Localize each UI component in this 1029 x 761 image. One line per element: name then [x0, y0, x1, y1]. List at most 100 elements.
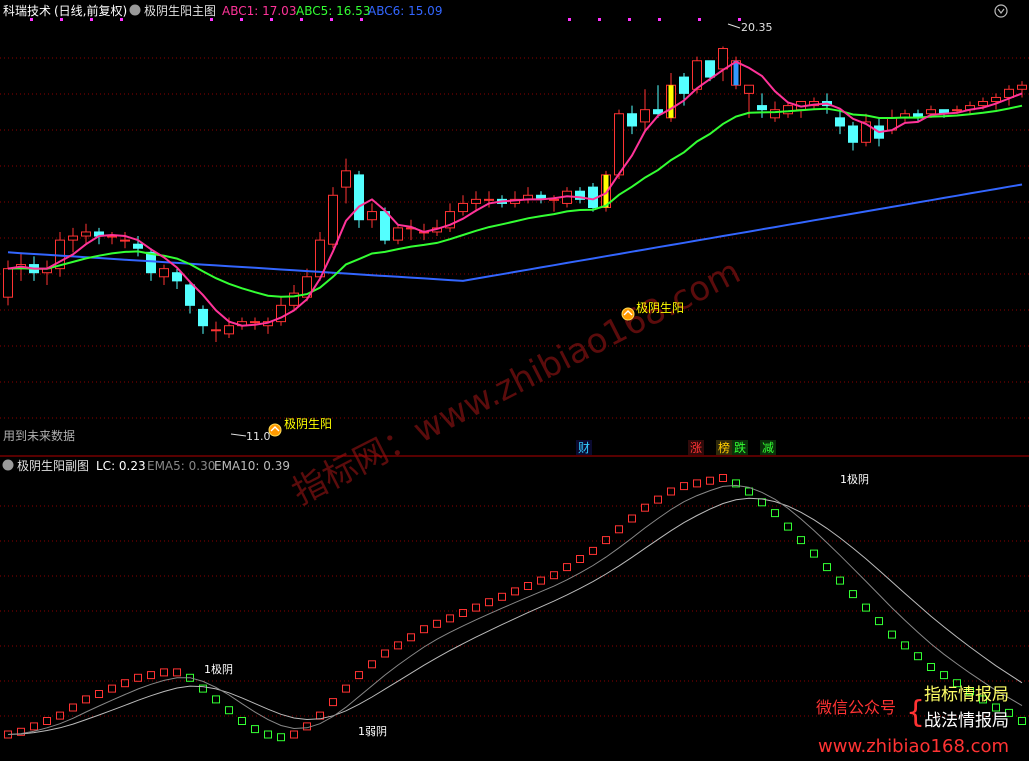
sub-square-up: [134, 673, 142, 682]
sub-square-down: [238, 717, 246, 725]
low-price-label: 11.0: [246, 430, 271, 443]
sub-square-down: [927, 663, 935, 671]
promo-url: www.zhibiao168.com: [818, 736, 1009, 757]
sub-square-up: [342, 684, 350, 693]
candle-up: [484, 198, 494, 201]
low-annotation: 11.0: [230, 430, 271, 443]
sub-square-up: [160, 668, 168, 677]
sub-square-down: [836, 576, 844, 585]
sub-square-down: [862, 603, 870, 612]
candle-up: [952, 109, 962, 112]
signal-marker-1: 极阴生阳: [268, 417, 332, 437]
sub-square-up: [602, 536, 610, 545]
sub-square-down: [251, 725, 259, 734]
sub-square-up: [329, 698, 337, 707]
legend-abc5: ABC5: 16.53: [296, 4, 370, 18]
sub-header: 极阴生阳副图 LC: 0.23 EMA5: 0.30 EMA10: 0.39: [2, 459, 290, 473]
sub-square-up: [641, 503, 649, 512]
legend-abc6: ABC6: 15.09: [368, 4, 442, 18]
sub-square-up: [43, 717, 51, 725]
sub-square-up: [576, 555, 584, 563]
sub-square-up: [69, 703, 77, 712]
indicator-menu-icon[interactable]: [129, 4, 141, 16]
candle-up: [640, 109, 650, 123]
event-tag-up[interactable]: 涨: [690, 440, 702, 455]
event-tag-rank[interactable]: 榜: [718, 440, 730, 455]
candle-down: [133, 243, 143, 249]
candle-up: [250, 321, 260, 324]
sub-square-up: [719, 474, 727, 482]
candle-down: [146, 251, 156, 274]
sub-square-down: [212, 695, 220, 704]
high-annotation: 20.35: [727, 21, 773, 34]
high-price-label: 20.35: [741, 21, 773, 34]
candle-down: [198, 308, 208, 327]
sub-square-up: [108, 684, 116, 693]
sub-square-up: [667, 487, 675, 496]
sub-indicator-menu-icon[interactable]: [2, 459, 14, 471]
candle-up: [211, 329, 221, 332]
signal-icon: [621, 307, 635, 321]
event-tag-down[interactable]: 跌: [734, 440, 746, 455]
event-tag-finance[interactable]: 财: [578, 441, 590, 455]
sub-lc-label: LC: 0.23: [96, 459, 146, 473]
main-expand-button[interactable]: [994, 4, 1008, 18]
main-header: 科瑞技术 (日线,前复权) 极阴生阳主图 ABC1: 17.03 ABC5: 1…: [3, 3, 442, 18]
sub-square-up: [173, 668, 181, 677]
period-label: (日线,前复权): [54, 3, 127, 18]
sub-square-up: [680, 482, 688, 491]
signal-label: 极阴生阳: [284, 417, 332, 431]
sub-square-up: [654, 495, 662, 504]
diagonal-watermark-text: 指标网：www.zhibiao168.com: [286, 252, 747, 513]
sub-square-up: [472, 603, 480, 612]
indicator-name[interactable]: 极阴生阳主图: [144, 4, 216, 18]
sub-square-down: [1018, 717, 1026, 725]
highlight-bar: [733, 60, 739, 86]
sub-square-up: [407, 633, 415, 642]
sub-square-up: [381, 649, 389, 658]
promo-line2: 战法情报局: [924, 711, 1009, 731]
event-tag-reduce[interactable]: 减: [762, 441, 774, 455]
sub-square-down: [849, 590, 857, 599]
sub-square-up: [589, 546, 597, 555]
candle-up: [224, 325, 234, 335]
sub-square-up: [82, 695, 90, 704]
candlesticks: [3, 46, 1027, 343]
sub-square-down: [810, 549, 818, 558]
sub-square-up: [290, 730, 298, 739]
sub-square-up: [498, 592, 506, 601]
sub-square-up: [420, 625, 428, 634]
sub-square-down: [277, 733, 285, 742]
candle-up: [926, 109, 936, 115]
sub-square-up: [693, 479, 701, 488]
candle-up: [159, 268, 169, 278]
promo-brace: {: [906, 695, 925, 730]
event-tags: 财 涨 榜 跌 减: [576, 440, 776, 455]
sub-square-up: [537, 576, 545, 585]
candle-down: [757, 105, 767, 111]
sub-square-up: [628, 514, 636, 523]
sub-marker: 1极阴: [840, 472, 869, 486]
candle-up: [81, 231, 91, 237]
stock-name[interactable]: 科瑞技术: [3, 4, 51, 18]
top-marker-row: [30, 18, 741, 21]
candle-down: [185, 284, 195, 306]
sub-square-up: [303, 722, 311, 731]
sub-indicator-name[interactable]: 极阴生阳副图: [17, 459, 89, 473]
sub-square-down: [264, 730, 272, 739]
sub-square-down: [901, 641, 909, 650]
candle-up: [770, 109, 780, 119]
sub-square-up: [355, 671, 363, 680]
candle-down: [679, 76, 689, 94]
candle-up: [120, 239, 130, 242]
sub-square-down: [823, 563, 831, 572]
future-data-label: 用到未来数据: [3, 428, 75, 443]
candle-down: [354, 174, 364, 221]
highlight-bar: [668, 85, 674, 118]
candle-up: [68, 235, 78, 241]
stock-chart: 指标网：www.zhibiao168.com 科瑞技术 (日线,前复权) 极阴生…: [0, 3, 1029, 757]
sub-square-down: [875, 617, 883, 626]
sub-square-up: [511, 587, 519, 596]
diagonal-watermark: 指标网：www.zhibiao168.com: [286, 252, 747, 513]
sub-square-up: [95, 690, 103, 698]
